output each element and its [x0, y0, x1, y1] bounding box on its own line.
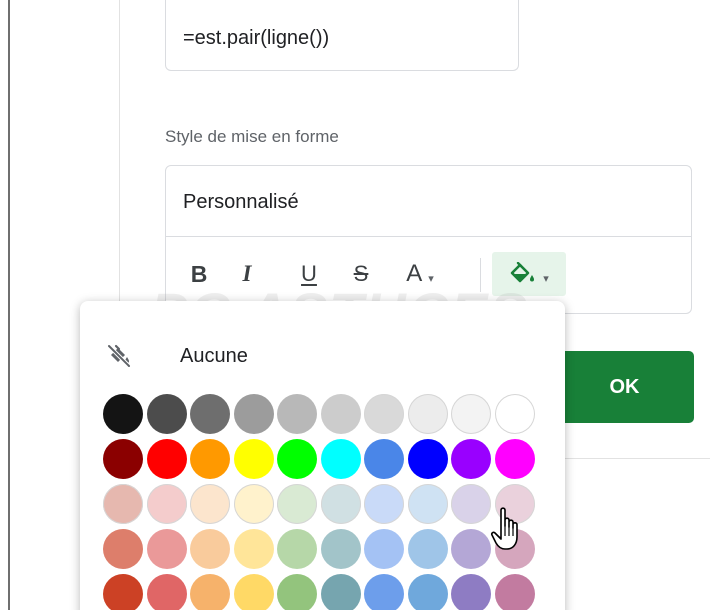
sidebar-divider [560, 458, 710, 459]
color-swatch[interactable] [494, 529, 535, 569]
color-swatch[interactable] [146, 529, 187, 569]
color-swatch[interactable] [320, 439, 361, 479]
color-swatch[interactable] [190, 394, 230, 434]
color-swatch[interactable] [103, 484, 143, 524]
color-swatch[interactable] [364, 484, 404, 524]
chevron-down-icon: ▾ [428, 272, 434, 285]
color-swatch[interactable] [364, 574, 404, 610]
text-color-icon: A [406, 260, 423, 287]
text-color-button[interactable]: A ▾ [400, 252, 440, 296]
no-fill-option[interactable]: Aucune [106, 339, 248, 373]
ok-button[interactable]: OK [555, 351, 694, 423]
bold-button[interactable]: B [184, 252, 214, 296]
color-swatch[interactable] [146, 394, 187, 434]
color-swatch[interactable] [407, 484, 448, 524]
color-swatch[interactable] [190, 574, 230, 610]
formatting-style-preset[interactable]: Personnalisé [183, 191, 299, 214]
color-swatch[interactable] [277, 484, 317, 524]
underline-button[interactable]: U [294, 252, 324, 296]
strikethrough-button[interactable]: S [344, 252, 378, 296]
color-swatch[interactable] [364, 394, 404, 434]
color-swatch[interactable] [451, 484, 491, 524]
color-swatch[interactable] [320, 529, 361, 569]
color-swatch[interactable] [494, 574, 535, 610]
color-swatch-grid [103, 394, 536, 610]
chevron-down-icon: ▾ [543, 272, 549, 285]
formatting-style-label: Style de mise en forme [165, 127, 339, 146]
formatting-style-box: Personnalisé B I U S A ▾ ▾ [165, 165, 692, 314]
color-swatch[interactable] [233, 574, 274, 610]
color-swatch[interactable] [364, 439, 404, 479]
color-swatch[interactable] [451, 439, 491, 479]
no-fill-icon [107, 344, 131, 368]
color-swatch[interactable] [146, 439, 187, 479]
color-swatch[interactable] [320, 484, 361, 524]
left-window-edge [8, 0, 10, 610]
color-swatch[interactable] [277, 529, 317, 569]
color-swatch[interactable] [190, 484, 230, 524]
color-swatch[interactable] [103, 529, 143, 569]
color-swatch[interactable] [233, 484, 274, 524]
color-swatch[interactable] [103, 394, 143, 434]
fill-color-button[interactable]: ▾ [492, 252, 566, 296]
color-swatch[interactable] [451, 394, 491, 434]
color-swatch[interactable] [451, 529, 491, 569]
color-swatch[interactable] [103, 439, 143, 479]
color-swatch[interactable] [494, 484, 535, 524]
color-swatch[interactable] [146, 574, 187, 610]
paint-bucket-icon [510, 262, 535, 283]
color-swatch[interactable] [494, 439, 535, 479]
color-swatch[interactable] [277, 394, 317, 434]
color-swatch[interactable] [233, 529, 274, 569]
color-swatch[interactable] [451, 574, 491, 610]
color-swatch[interactable] [407, 394, 448, 434]
formatting-style-divider [166, 236, 691, 237]
color-swatch[interactable] [364, 529, 404, 569]
custom-formula-input[interactable]: =est.pair(ligne()) [165, 0, 519, 71]
no-fill-label: Aucune [180, 344, 248, 367]
color-swatch[interactable] [407, 529, 448, 569]
color-swatch[interactable] [277, 439, 317, 479]
color-swatch[interactable] [190, 529, 230, 569]
color-swatch[interactable] [233, 394, 274, 434]
color-swatch[interactable] [103, 574, 143, 610]
color-swatch[interactable] [233, 439, 274, 479]
color-swatch[interactable] [277, 574, 317, 610]
color-swatch[interactable] [190, 439, 230, 479]
color-swatch[interactable] [407, 574, 448, 610]
color-swatch[interactable] [320, 574, 361, 610]
color-swatch[interactable] [407, 439, 448, 479]
toolbar-separator [480, 258, 481, 292]
color-swatch[interactable] [320, 394, 361, 434]
color-swatch[interactable] [146, 484, 187, 524]
italic-button[interactable]: I [232, 252, 262, 296]
fill-color-popup: Aucune [80, 301, 565, 610]
color-swatch[interactable] [494, 394, 535, 434]
custom-formula-value: =est.pair(ligne()) [183, 27, 330, 49]
